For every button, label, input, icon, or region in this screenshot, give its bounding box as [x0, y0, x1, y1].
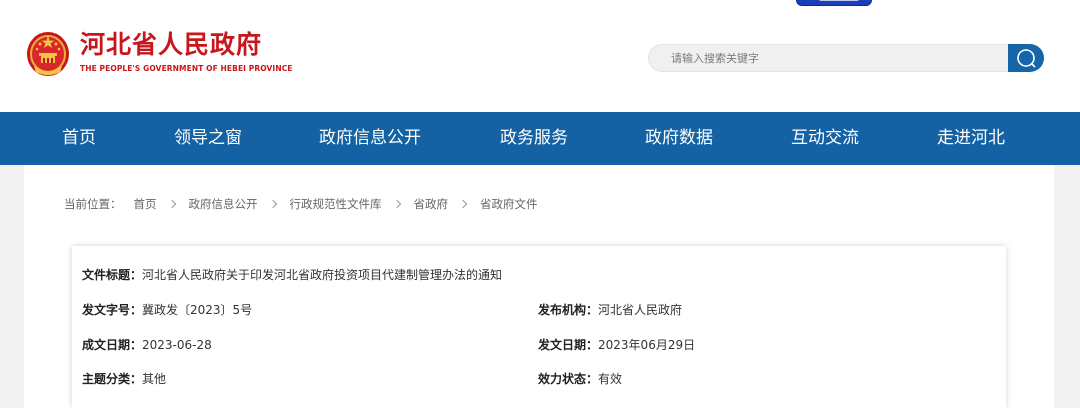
breadcrumb-item-home[interactable]: 首页 — [134, 196, 157, 212]
info-row-status: 效力状态：有效 — [538, 370, 622, 387]
info-key: 文件标题： — [82, 268, 143, 282]
info-key: 成文日期： — [82, 338, 143, 352]
nav-item-home[interactable]: 首页 — [62, 112, 96, 165]
site-header: 河北省人民政府 THE PEOPLE'S GOVERNMENT OF HEBEI… — [0, 0, 1080, 112]
info-key: 发文日期： — [538, 338, 599, 352]
breadcrumb: 当前位置： 首页 政府信息公开 行政规范性文件库 省政府 省政府文件 — [64, 196, 538, 212]
document-info-card: 文件标题：河北省人民政府关于印发河北省政府投资项目代建制管理办法的通知 发文字号… — [72, 246, 1006, 408]
info-value-category: 其他 — [142, 372, 167, 386]
info-key: 效力状态： — [538, 372, 599, 386]
site-subtitle: THE PEOPLE'S GOVERNMENT OF HEBEI PROVINC… — [80, 64, 293, 73]
breadcrumb-item-province-docs[interactable]: 省政府文件 — [480, 196, 538, 212]
main-nav: 首页 领导之窗 政府信息公开 政务服务 政府数据 互动交流 走进河北 — [0, 112, 1080, 165]
breadcrumb-item-info-disclosure[interactable]: 政府信息公开 — [189, 196, 258, 212]
content-panel: 当前位置： 首页 政府信息公开 行政规范性文件库 省政府 省政府文件 文件标题：… — [24, 165, 1054, 408]
info-row-category: 主题分类：其他 — [82, 370, 166, 387]
nav-item-interaction[interactable]: 互动交流 — [791, 112, 859, 165]
chevron-right-icon — [392, 199, 401, 209]
info-value-published-date: 2023年06月29日 — [598, 338, 696, 352]
search-button[interactable] — [1008, 44, 1044, 72]
info-row-published-date: 发文日期：2023年06月29日 — [538, 336, 695, 353]
breadcrumb-label: 当前位置： — [64, 197, 122, 211]
nav-item-about-hebei[interactable]: 走进河北 — [937, 112, 1005, 165]
info-key: 主题分类： — [82, 372, 143, 386]
top-badge[interactable] — [796, 0, 872, 6]
chevron-right-icon — [268, 199, 277, 209]
info-value-status: 有效 — [598, 372, 623, 386]
info-value-doc-number: 冀政发〔2023〕5号 — [142, 303, 253, 317]
nav-item-leaders[interactable]: 领导之窗 — [174, 112, 242, 165]
info-row-issuer: 发布机构：河北省人民政府 — [538, 301, 682, 318]
national-emblem-icon[interactable] — [24, 26, 72, 78]
nav-item-gov-data[interactable]: 政府数据 — [645, 112, 713, 165]
breadcrumb-item-normative-docs[interactable]: 行政规范性文件库 — [290, 196, 382, 212]
info-key: 发文字号： — [82, 303, 143, 317]
breadcrumb-item-province-gov[interactable]: 省政府 — [414, 196, 449, 212]
nav-item-info-disclosure[interactable]: 政府信息公开 — [319, 112, 421, 165]
search-box — [648, 44, 1010, 72]
info-row-doc-number: 发文字号：冀政发〔2023〕5号 — [82, 301, 252, 318]
chevron-right-icon — [458, 199, 468, 209]
nav-item-gov-services[interactable]: 政务服务 — [500, 112, 568, 165]
search-input[interactable] — [671, 45, 991, 71]
info-row-created-date: 成文日期：2023-06-28 — [82, 336, 212, 353]
info-value-title: 河北省人民政府关于印发河北省政府投资项目代建制管理办法的通知 — [142, 268, 503, 282]
search-icon — [1017, 49, 1036, 68]
site-title[interactable]: 河北省人民政府 — [80, 28, 262, 62]
info-value-issuer: 河北省人民政府 — [598, 303, 683, 317]
chevron-right-icon — [167, 199, 176, 209]
info-key: 发布机构： — [538, 303, 599, 317]
info-row-title: 文件标题：河北省人民政府关于印发河北省政府投资项目代建制管理办法的通知 — [82, 266, 502, 283]
info-value-created-date: 2023-06-28 — [142, 338, 212, 352]
